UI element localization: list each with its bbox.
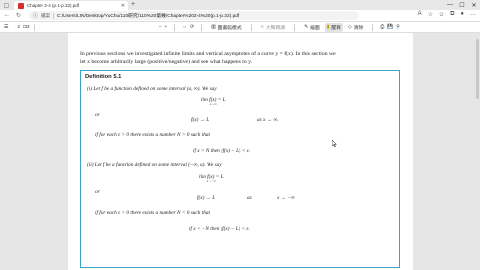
condition-text: if for each ε > 0 there exists a number …: [95, 132, 210, 138]
limit-expression: lim f(x) = L x→−∞: [199, 174, 224, 183]
contents-icon[interactable]: ☰: [4, 25, 8, 30]
limit-expression: lim f(x) = L x→∞: [201, 97, 226, 106]
highlight-button[interactable]: ▮ 醒目: [324, 22, 343, 32]
maximize-button[interactable]: ☐: [456, 0, 468, 10]
definition-part-i: (i) Let f be a function defined on some …: [87, 86, 217, 92]
arrow-expression: f(x) → L: [197, 195, 216, 201]
condition-text: if for each ε > 0 there exists a number …: [95, 210, 210, 216]
pdf-icon: [18, 2, 24, 9]
page-view-label: 圖書館模式: [217, 25, 242, 31]
tab-actions-icon[interactable]: ▢: [2, 1, 11, 9]
definition-title: Definition 5.1: [85, 74, 122, 80]
erase-button[interactable]: ◇ 清除: [346, 23, 365, 32]
favorites-bar-icon[interactable]: ✩: [439, 11, 444, 18]
info-icon[interactable]: ⓘ: [33, 12, 38, 19]
url-field[interactable]: ⓘ 檔案 C:/Users/LIN/Desktop/YuChu/110研究/11…: [29, 11, 360, 20]
pdf-page: In previous sections we investigated inf…: [68, 33, 413, 270]
favorite-icon[interactable]: ☆: [428, 11, 433, 18]
highlight-label: 醒目: [331, 25, 341, 31]
new-tab-button[interactable]: +: [131, 1, 135, 8]
arrow-condition: x → −∞: [277, 195, 295, 201]
read-aloud-icon[interactable]: A: [418, 11, 422, 18]
mouse-cursor-icon: [332, 140, 337, 147]
speaker-icon: A: [260, 24, 264, 30]
file-label: 檔案: [41, 12, 55, 19]
url-text[interactable]: C:/Users/LIN/Desktop/YuChu/110研究/110%20第…: [57, 12, 239, 19]
page-view-button[interactable]: ▥ 圖書館模式: [209, 23, 244, 32]
address-bar: ← ↻ ⓘ 檔案 C:/Users/LIN/Desktop/YuChu/110研…: [0, 10, 480, 22]
window-close-button[interactable]: ✕: [468, 0, 480, 10]
if-then-line: if x < −N then |f(x) − L| < ε.: [189, 226, 250, 232]
refresh-icon[interactable]: ↻: [16, 12, 21, 19]
tab-title: Chapter 2-4 (p.1-p.32).pdf: [27, 3, 80, 8]
back-icon[interactable]: ←: [4, 12, 10, 19]
read-aloud-label: 大聲朗讀: [265, 25, 286, 31]
intro-line: let x become arbitrarily large (positive…: [80, 59, 252, 65]
tab-pdf[interactable]: Chapter 2-4 (p.1-p.32).pdf ✕: [14, 1, 128, 10]
window-controls: — ☐ ✕: [444, 0, 480, 10]
page-total: /32: [22, 24, 30, 30]
vertical-scrollbar[interactable]: [476, 35, 479, 265]
rotate-icon[interactable]: ⟳: [190, 25, 194, 30]
definition-part-ii: (ii) Let f be a function defined on some…: [87, 162, 222, 168]
print-icon[interactable]: ⎙: [380, 24, 384, 30]
or-label: or: [95, 112, 100, 118]
read-aloud-button[interactable]: A 大聲朗讀: [259, 23, 287, 32]
definition-box: Definition 5.1 (i) Let f be a function d…: [80, 70, 400, 268]
or-label: or: [95, 189, 100, 195]
page-number-input[interactable]: 2: [17, 25, 20, 30]
arrow-expression: f(x) → L: [191, 117, 210, 123]
highlighter-icon: ▮: [326, 24, 330, 30]
fit-page-icon[interactable]: ⇔: [182, 25, 187, 30]
eraser-icon: ◇: [347, 24, 352, 30]
scrollbar-thumb[interactable]: [476, 39, 479, 99]
close-icon[interactable]: ✕: [121, 3, 125, 9]
intro-paragraph: In previous sections we investigated inf…: [80, 50, 405, 66]
zoom-out-button[interactable]: −: [159, 25, 162, 30]
erase-label: 清除: [353, 25, 364, 31]
zoom-in-button[interactable]: +: [164, 25, 167, 30]
pdf-toolbar: ☰ 2 /32 − + ⇔ ⟳ ▥ 圖書館模式 A 大聲朗讀 ✎ 繪圖 ▮ 醒目 ◇ 清除…: [0, 22, 480, 33]
profile-icon[interactable]: ●: [460, 11, 464, 18]
more-icon[interactable]: …: [470, 11, 476, 18]
if-then-line: if x > N then |f(x) − L| < ε.: [193, 148, 251, 154]
collections-icon[interactable]: ⧉: [450, 11, 454, 18]
intro-line: In previous sections we investigated inf…: [80, 51, 336, 57]
save-icon[interactable]: 💾: [387, 25, 393, 30]
pen-icon: ✎: [304, 24, 309, 30]
draw-label: 繪圖: [310, 25, 320, 31]
arrow-as: as: [247, 195, 252, 201]
draw-button[interactable]: ✎ 繪圖: [302, 23, 322, 32]
document-viewer[interactable]: In previous sections we investigated inf…: [0, 33, 480, 270]
arrow-condition: as x → ∞.: [257, 117, 279, 123]
pin-icon[interactable]: ⚲: [396, 25, 400, 30]
tab-strip: ▢ Chapter 2-4 (p.1-p.32).pdf ✕ + — ☐ ✕: [0, 0, 480, 10]
minimize-button[interactable]: —: [444, 0, 456, 10]
book-icon: ▥: [211, 24, 216, 30]
